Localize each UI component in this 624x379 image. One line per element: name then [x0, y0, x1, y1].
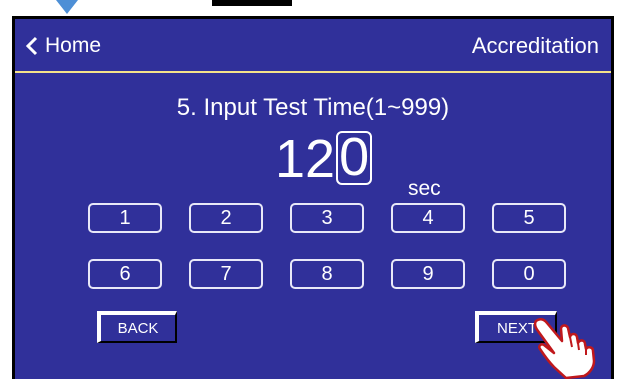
key-7[interactable]: 7 [189, 259, 263, 289]
test-time-value[interactable]: 12 0 [275, 129, 373, 189]
key-0[interactable]: 0 [492, 259, 566, 289]
key-8[interactable]: 8 [290, 259, 364, 289]
numeric-keypad: 1 2 3 4 5 6 7 8 9 0 [88, 203, 566, 303]
key-2[interactable]: 2 [189, 203, 263, 233]
key-1[interactable]: 1 [88, 203, 162, 233]
key-3[interactable]: 3 [290, 203, 364, 233]
pointer-arrow-icon [56, 0, 78, 14]
screen-title: Accreditation [471, 33, 599, 58]
key-4[interactable]: 4 [391, 203, 465, 233]
entered-digits: 12 [275, 129, 336, 189]
value-display: 12 0 sec [15, 129, 611, 200]
key-6[interactable]: 6 [88, 259, 162, 289]
key-5[interactable]: 5 [492, 203, 566, 233]
input-prompt: 5. Input Test Time(1~999) [176, 94, 450, 121]
home-button[interactable]: Home [25, 33, 101, 59]
top-bar-block [212, 0, 292, 6]
back-button[interactable]: BACK [97, 311, 177, 343]
home-label: Home [45, 34, 102, 57]
chevron-left-icon [25, 36, 38, 56]
hand-pointer-icon [533, 318, 596, 379]
key-9[interactable]: 9 [391, 259, 465, 289]
unit-label: sec [408, 177, 441, 200]
cursor-digit: 0 [336, 130, 373, 185]
hmi-screen: Home Accreditation 5. Input Test Time(1~… [12, 16, 614, 379]
header-bar: Home Accreditation [15, 19, 611, 73]
